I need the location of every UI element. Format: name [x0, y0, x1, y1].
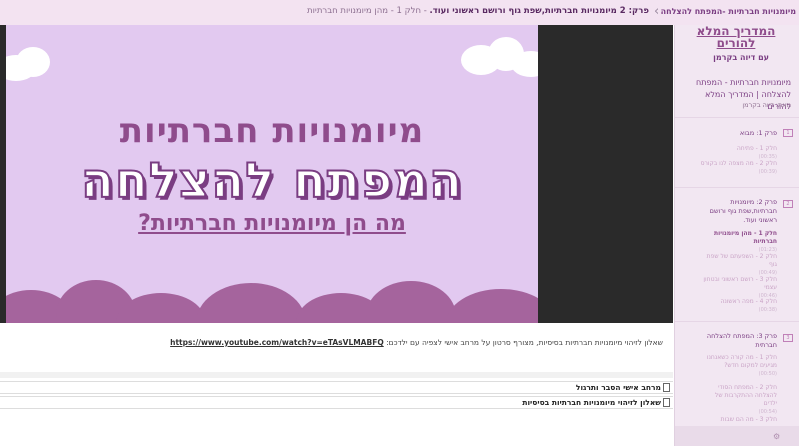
chapter-section: 1 פרק 1: מבוא חלק 1 - פתיחה (00:35) חלק 2…	[675, 117, 799, 185]
resource-label: מרחב אישי הסבר ותרגול	[575, 383, 661, 392]
course-title: מיומנויות חברתיות -המפתח להצלחה	[660, 7, 796, 16]
resource-label: שאלון לזיהוי מיומנויות חברתיות בסיסיות	[522, 398, 661, 407]
cloud-shape	[16, 47, 50, 77]
resource-item[interactable]: שאלון לזיהוי מיומנויות חברתיות בסיסיות	[0, 396, 673, 409]
lesson-item[interactable]: חלק 1 - מה קורה כשאנחנו מגיעים למקום חדש…	[701, 354, 777, 378]
sidebar-author: מאת: דיוה בקרמן	[742, 101, 791, 109]
sidebar-title[interactable]: המדריך המלא להורים	[681, 25, 791, 49]
video-player[interactable]: מיומנויות חברתיות המפתח להצלחה מה הן מיו…	[0, 25, 673, 323]
lesson-description: שאלון לזיהוי מיומנויות חברתיות בסיסיות, …	[170, 338, 663, 347]
chapter-title[interactable]: פרק 1: מבוא	[740, 129, 777, 138]
breadcrumb: פרק: 2 מיומנויות חברתיות,שפת גוף ורושם ר…	[307, 6, 649, 16]
cloud-shape	[196, 283, 306, 323]
sidebar-footer: ⚙	[675, 426, 799, 446]
description-text: שאלון לזיהוי מיומנויות חברתיות בסיסיות, …	[386, 338, 663, 347]
chevron-left-icon[interactable]: ‹	[654, 4, 659, 19]
youtube-link[interactable]: https://www.youtube.com/watch?v=eTAsVLMA…	[170, 338, 384, 347]
chapter-section: 3 פרק 3: המפתח להצלחה חברתית חלק 1 - מה …	[675, 321, 799, 431]
lesson-item[interactable]: חלק 3 - מה הם שבות	[697, 416, 777, 424]
video-title-line3: מה הן מיומנויות חברתיות?	[138, 211, 406, 236]
video-frame[interactable]: מיומנויות חברתיות המפתח להצלחה מה הן מיו…	[6, 25, 538, 323]
video-title-line2: המפתח להצלחה	[80, 152, 464, 210]
lesson-item[interactable]: חלק 3 - רושם ראשוני ובטחון עצמי (00:46)	[697, 276, 777, 300]
lesson-item[interactable]: חלק 2 - המפתח הסודי להצלחה ההתקרבות של י…	[701, 384, 777, 416]
course-sidebar: המדריך המלא להורים עם דיוה בקרמן מיומנוי…	[674, 25, 799, 446]
chapter-number: 3	[783, 334, 793, 342]
lesson-item[interactable]: חלק 4 - מפה ראשונה (00:38)	[697, 298, 777, 314]
cloud-shape	[366, 281, 456, 323]
chapter-number: 1	[783, 129, 793, 137]
lesson-item[interactable]: חלק 2 - השפעתם של שפת גוף (00:49)	[697, 253, 777, 277]
lesson-item[interactable]: חלק 1 - פתיחה (00:35)	[697, 145, 777, 161]
lesson-item[interactable]: חלק 2 - מה מצפה לנו בקורס (00:39)	[697, 160, 777, 176]
divider	[0, 372, 673, 378]
breadcrumb-lesson: - חלק 1 - מהן מיומנויות חברתיות	[307, 6, 430, 16]
document-icon	[663, 383, 670, 392]
chapter-title[interactable]: פרק 2: מיומנויות חברתיות,שפת גוף ורושם ר…	[701, 198, 777, 225]
cloud-shape	[446, 289, 538, 323]
top-bar: ‹ פרק: 2 מיומנויות חברתיות,שפת גוף ורושם…	[0, 0, 799, 25]
sidebar-subtitle: עם דיוה בקרמן	[713, 53, 769, 62]
chapter-section: 2 פרק 2: מיומנויות חברתיות,שפת גוף ורושם…	[675, 187, 799, 319]
resource-item[interactable]: מרחב אישי הסבר ותרגול	[0, 381, 673, 394]
breadcrumb-chapter: פרק: 2 מיומנויות חברתיות,שפת גוף ורושם ר…	[429, 6, 649, 16]
document-icon	[663, 398, 670, 407]
chapter-title[interactable]: פרק 3: המפתח להצלחה חברתית	[701, 332, 777, 350]
video-letterbox-right	[538, 25, 673, 323]
sidebar-header: המדריך המלא להורים עם דיוה בקרמן	[675, 25, 799, 75]
gear-icon[interactable]: ⚙	[773, 432, 780, 441]
lesson-item-active[interactable]: חלק 1 - מהן מיומנויות חברתיות (01:23)	[705, 230, 777, 254]
video-title-line1: מיומנויות חברתיות	[119, 111, 425, 151]
cloud-shape	[511, 51, 538, 77]
chapter-number: 2	[783, 200, 793, 208]
